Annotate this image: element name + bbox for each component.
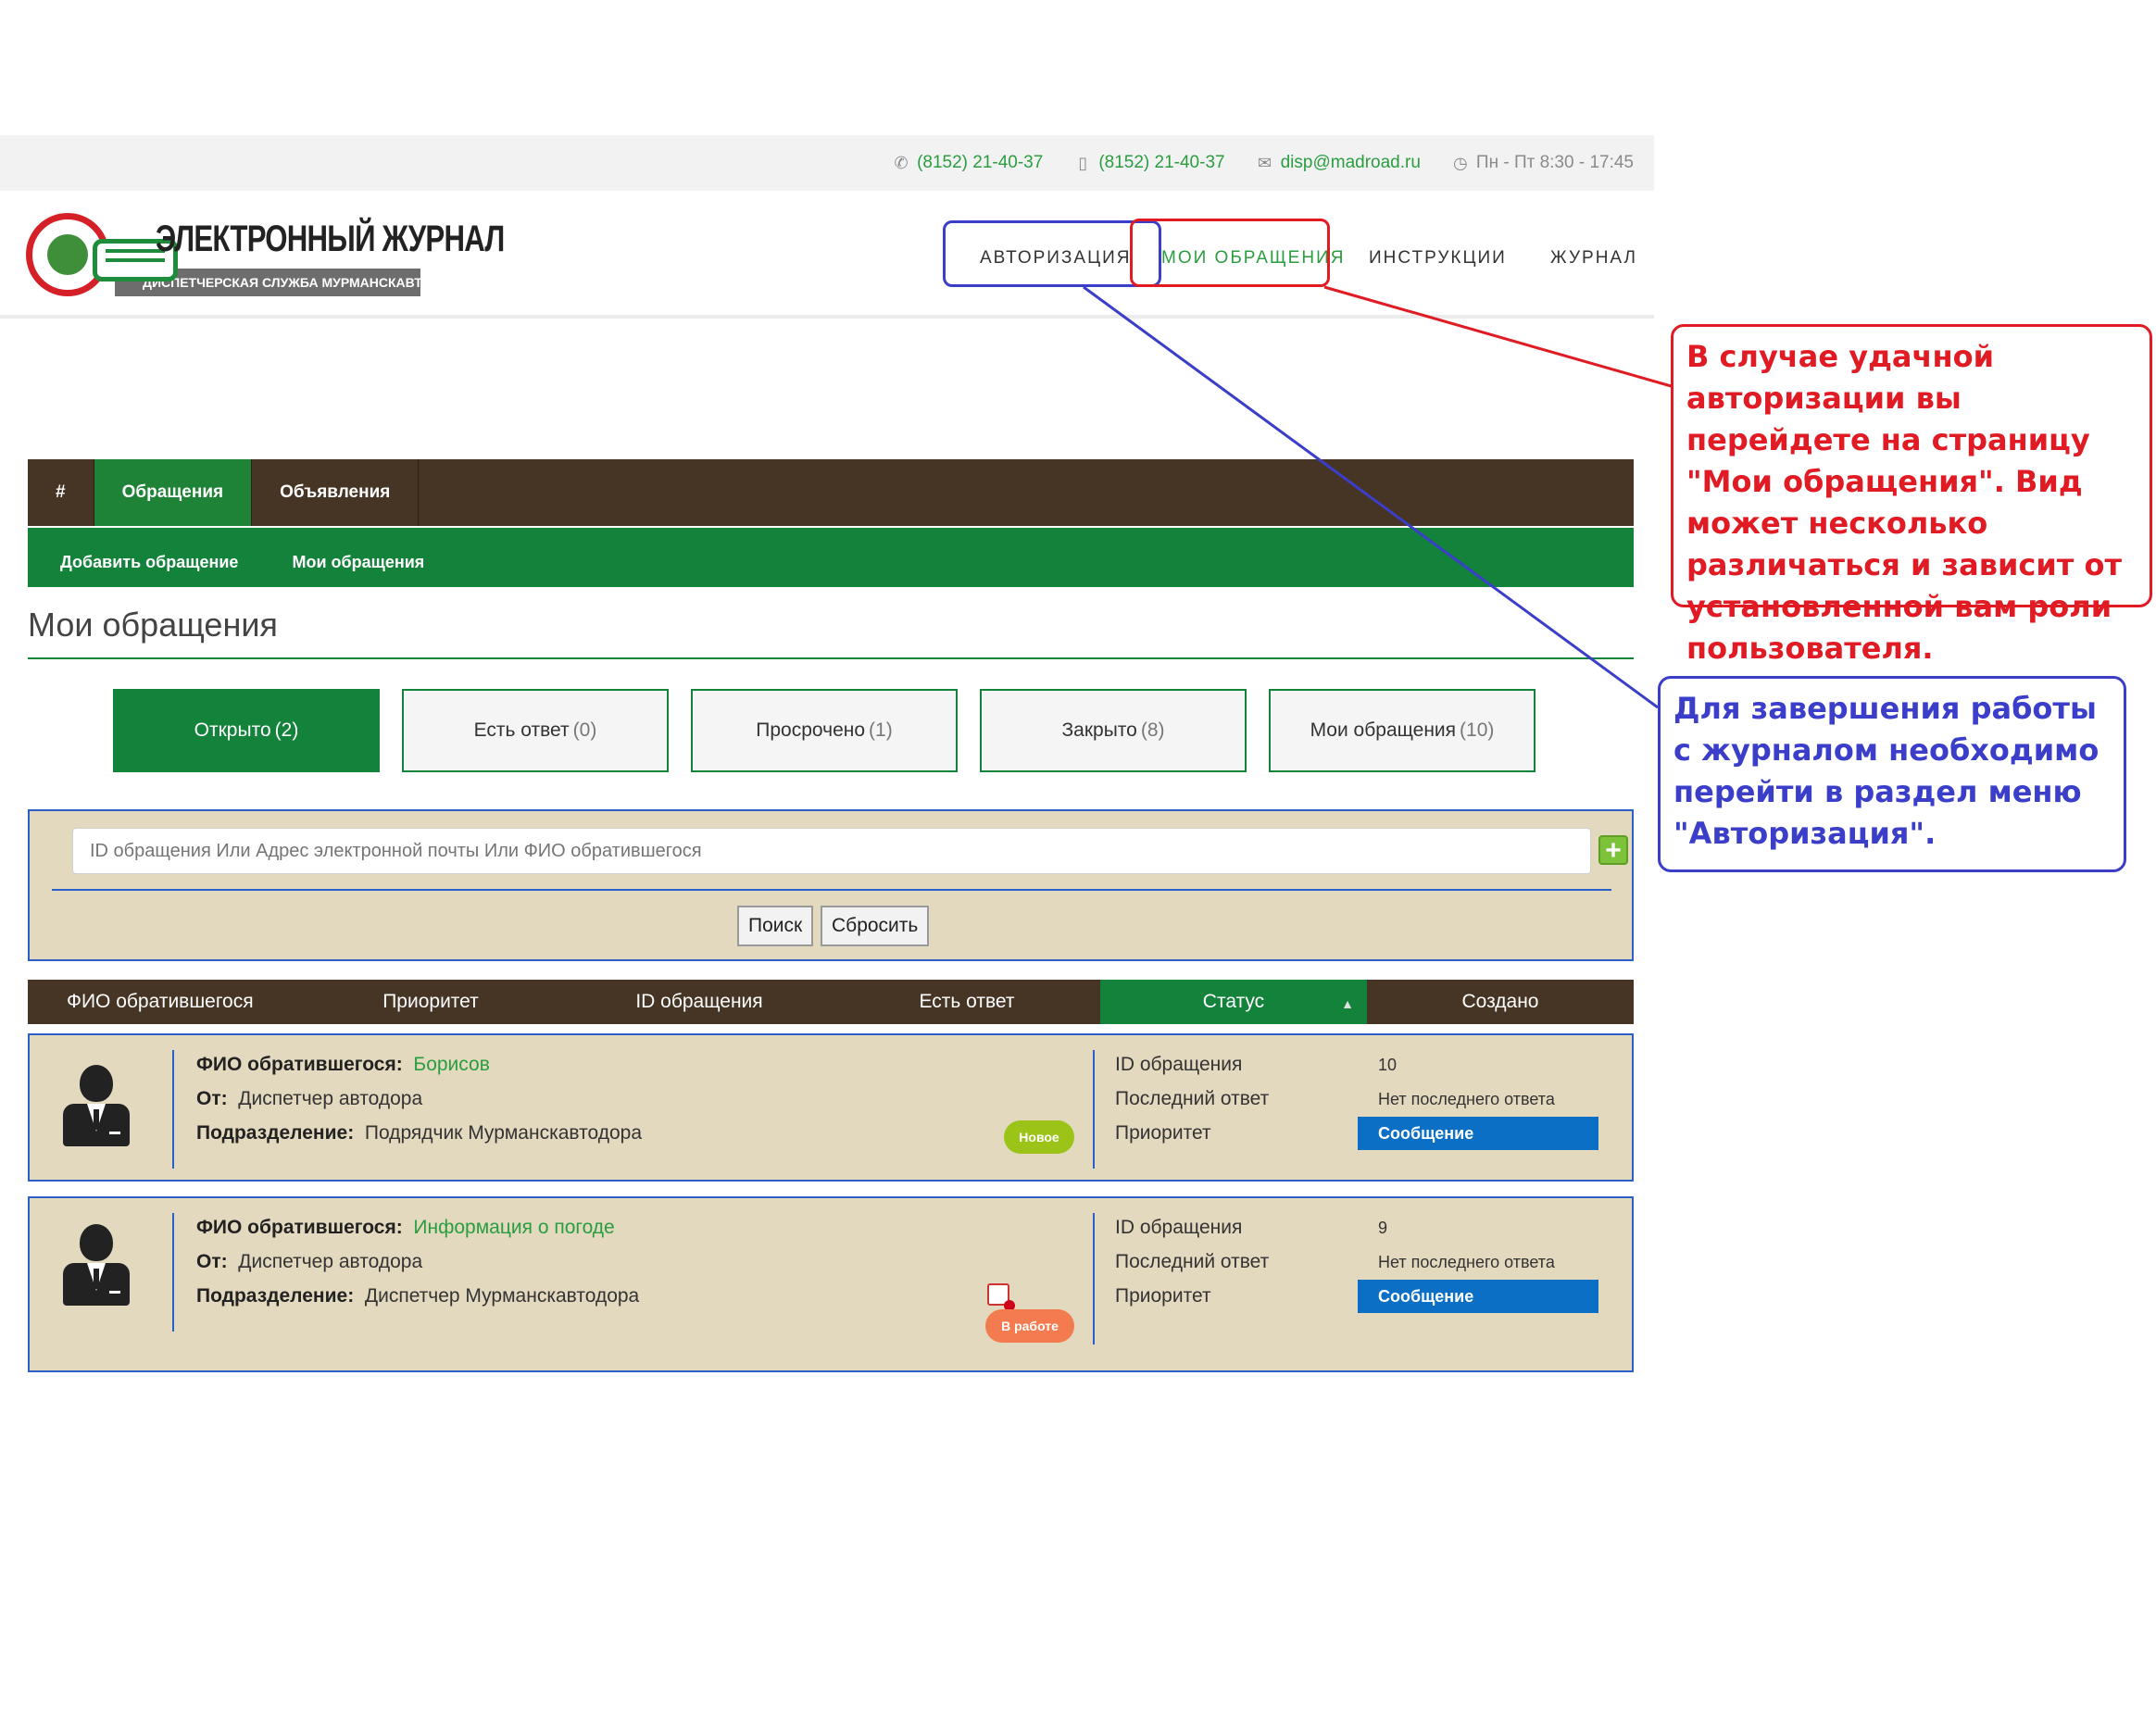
red-annotation-note: В случае удачной авторизации вы перейдет… <box>1671 324 2152 666</box>
blue-connector-line <box>1083 285 1659 709</box>
blue-annotation-note: Для завершения работы с журналом необход… <box>1658 676 2126 872</box>
red-connector-line <box>1323 285 1675 389</box>
